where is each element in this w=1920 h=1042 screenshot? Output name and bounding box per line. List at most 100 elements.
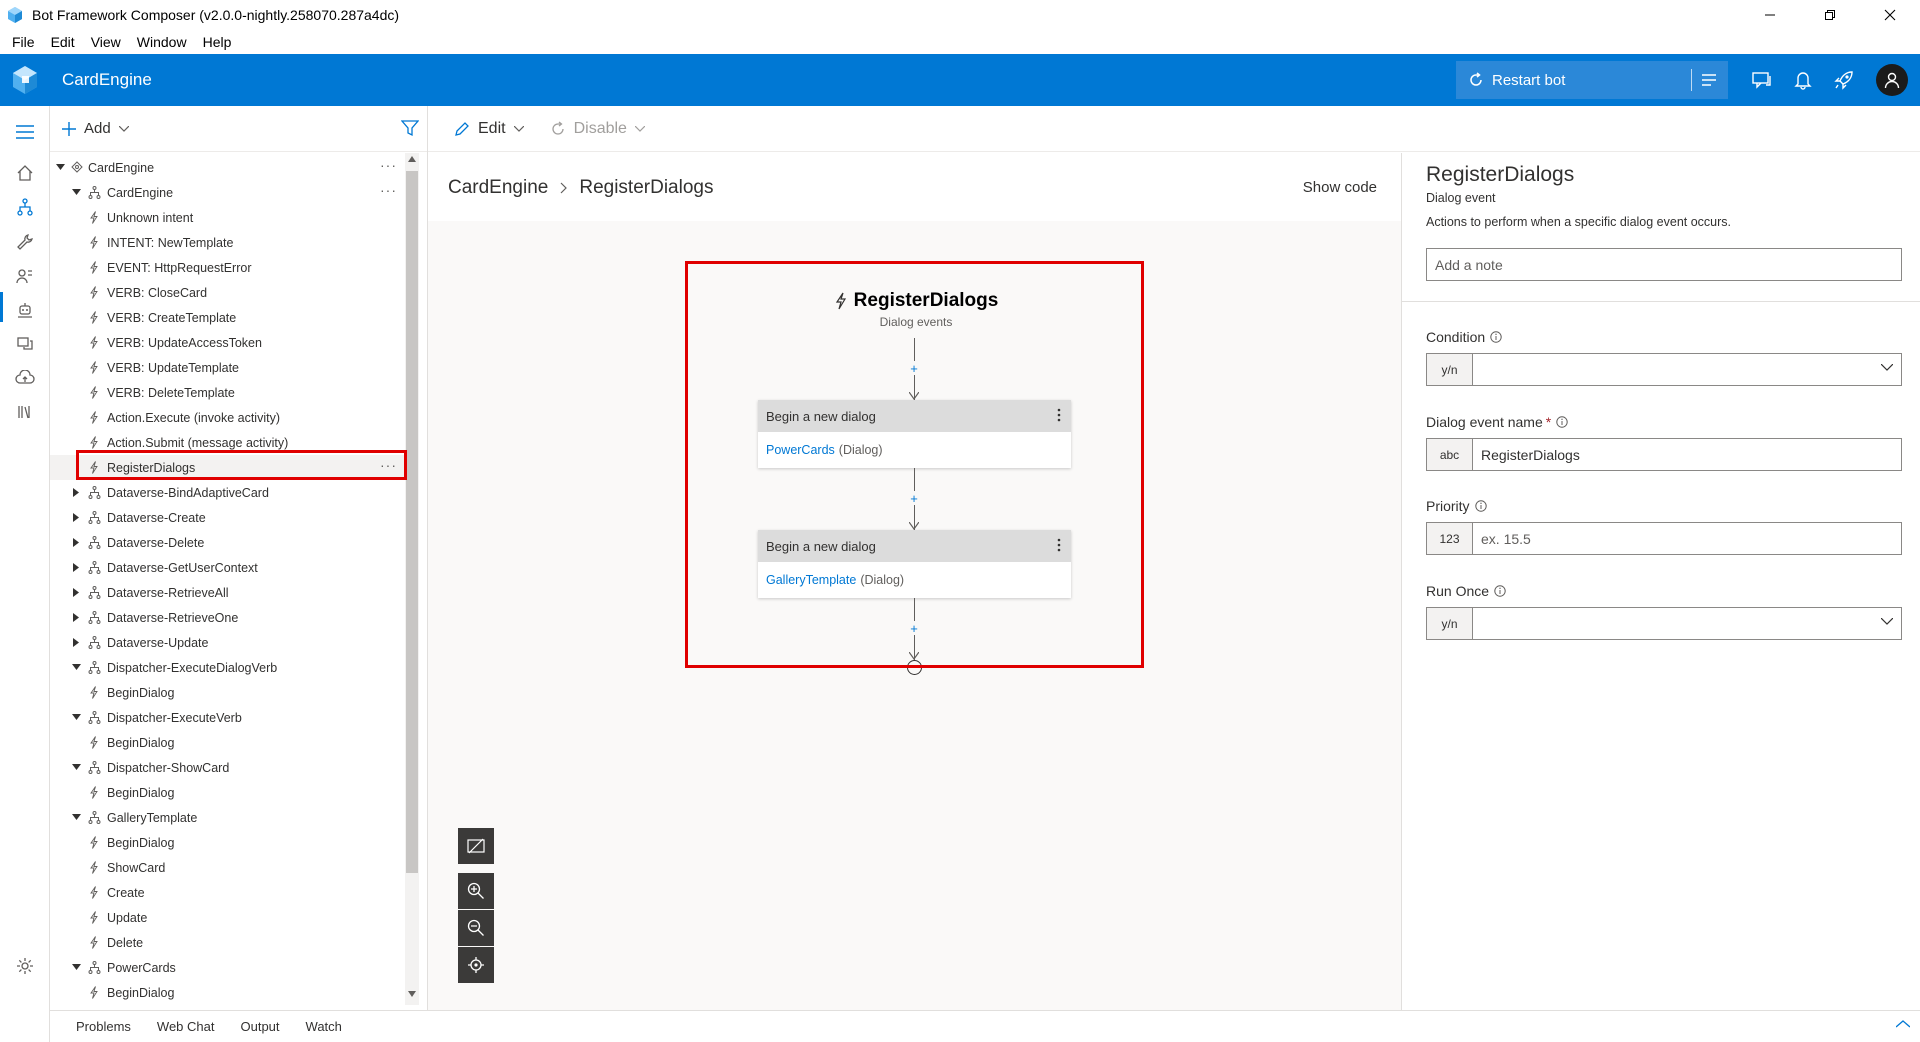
tree-item-trigger[interactable]: Update — [50, 905, 405, 930]
caret-right-icon[interactable] — [70, 611, 82, 623]
tree-item-trigger[interactable]: Delete — [50, 930, 405, 955]
tree-item-dialog[interactable]: PowerCards — [50, 955, 405, 980]
menu-view[interactable]: View — [83, 34, 129, 50]
tab-problems[interactable]: Problems — [76, 1019, 131, 1034]
tree-item-dialog[interactable]: Dataverse-RetrieveOne — [50, 605, 405, 630]
reset-view-button[interactable] — [458, 947, 494, 983]
tree-item-dialog[interactable]: Dataverse-Update — [50, 630, 405, 655]
bot-skills-icon[interactable] — [13, 298, 37, 322]
more-options-icon[interactable]: ··· — [380, 157, 397, 173]
close-button[interactable] — [1860, 0, 1920, 30]
tree-item-trigger[interactable]: VERB: DeleteTemplate — [50, 380, 405, 405]
tree-item-dialog[interactable]: Dispatcher-ExecuteVerb — [50, 705, 405, 730]
tree-item-trigger[interactable]: VERB: UpdateAccessToken — [50, 330, 405, 355]
tree-item-trigger[interactable]: ShowCard — [50, 855, 405, 880]
caret-down-icon[interactable] — [70, 661, 82, 673]
info-icon[interactable] — [1474, 500, 1487, 512]
zoom-out-button[interactable] — [458, 910, 494, 946]
condition-type-badge[interactable]: y/n — [1427, 354, 1473, 385]
run-once-field[interactable]: y/n — [1426, 607, 1902, 640]
tree-item-dialog[interactable]: Dataverse-BindAdaptiveCard — [50, 480, 405, 505]
tree-item-trigger[interactable]: VERB: CreateTemplate — [50, 305, 405, 330]
tab-watch[interactable]: Watch — [306, 1019, 342, 1034]
chevron-down-icon[interactable] — [1881, 618, 1893, 625]
tab-web-chat[interactable]: Web Chat — [157, 1019, 215, 1034]
caret-down-icon[interactable] — [70, 811, 82, 823]
info-icon[interactable] — [1556, 416, 1568, 428]
tree-item-dialog[interactable]: Dataverse-Delete — [50, 530, 405, 555]
tree-item-dialog[interactable]: GalleryTemplate — [50, 805, 405, 830]
zoom-in-button[interactable] — [458, 873, 494, 909]
caret-down-icon[interactable] — [54, 161, 66, 173]
caret-down-icon[interactable] — [70, 186, 82, 198]
caret-right-icon[interactable] — [70, 486, 82, 498]
publish-cloud-icon[interactable] — [13, 366, 37, 390]
disable-button[interactable]: Disable — [550, 120, 645, 138]
priority-field[interactable]: 123 ex. 15.5 — [1426, 522, 1902, 555]
tree-item-trigger[interactable]: BeginDialog — [50, 730, 405, 755]
tab-output[interactable]: Output — [241, 1019, 280, 1034]
tree-scrollbar[interactable] — [405, 153, 419, 1005]
add-note-input[interactable]: Add a note — [1426, 248, 1902, 281]
home-icon[interactable] — [13, 161, 37, 185]
info-icon[interactable] — [1490, 331, 1502, 343]
run-once-type-badge[interactable]: y/n — [1427, 608, 1473, 639]
dialog-event-name-value[interactable]: RegisterDialogs — [1473, 447, 1580, 463]
menu-file[interactable]: File — [4, 34, 43, 50]
knowledge-base-icon[interactable] — [13, 332, 37, 356]
minimap-toggle-button[interactable] — [458, 828, 494, 864]
breadcrumb-item-bot[interactable]: CardEngine — [448, 177, 548, 199]
tree-item-dialog[interactable]: Dispatcher-ExecuteDialogVerb — [50, 655, 405, 680]
tree-item-trigger[interactable]: Action.Execute (invoke activity) — [50, 405, 405, 430]
tree-item-trigger[interactable]: BeginDialog — [50, 680, 405, 705]
menu-help[interactable]: Help — [195, 34, 240, 50]
tree-item-dialog[interactable]: Dataverse-RetrieveAll — [50, 580, 405, 605]
breadcrumb-item-trigger[interactable]: RegisterDialogs — [579, 177, 713, 199]
caret-right-icon[interactable] — [70, 586, 82, 598]
design-dialogs-icon[interactable] — [13, 195, 37, 219]
scroll-down-arrow-icon[interactable] — [408, 991, 416, 997]
tree-item-bot[interactable]: CardEngine ··· — [50, 155, 405, 180]
user-avatar[interactable] — [1876, 64, 1908, 96]
hamburger-menu-icon[interactable] — [13, 120, 37, 144]
add-button[interactable]: Add — [62, 120, 129, 137]
tree-item-trigger[interactable]: BeginDialog — [50, 980, 405, 1005]
priority-placeholder[interactable]: ex. 15.5 — [1473, 531, 1531, 547]
tree-item-dialog[interactable]: Dataverse-Create — [50, 505, 405, 530]
web-chat-icon[interactable] — [1750, 68, 1774, 92]
caret-right-icon[interactable] — [70, 536, 82, 548]
dialog-event-name-field[interactable]: abc RegisterDialogs — [1426, 438, 1902, 471]
info-icon[interactable] — [1494, 585, 1506, 597]
tree-item-trigger[interactable]: VERB: UpdateTemplate — [50, 355, 405, 380]
restart-bot-button[interactable]: Restart bot — [1456, 61, 1728, 99]
minimize-button[interactable] — [1740, 0, 1800, 30]
caret-right-icon[interactable] — [70, 561, 82, 573]
tree-item-trigger[interactable]: BeginDialog — [50, 830, 405, 855]
tree-item-trigger[interactable]: Create — [50, 880, 405, 905]
tree-item-dialog[interactable]: Dispatcher-ShowCard — [50, 755, 405, 780]
tree-scrollbar-thumb[interactable] — [406, 171, 418, 873]
menu-edit[interactable]: Edit — [43, 34, 83, 50]
tree-item-trigger[interactable]: EVENT: HttpRequestError — [50, 255, 405, 280]
user-input-icon[interactable] — [13, 264, 37, 288]
edit-button[interactable]: Edit — [454, 120, 524, 138]
show-code-button[interactable]: Show code — [1303, 179, 1377, 196]
chevron-down-icon[interactable] — [1881, 364, 1893, 371]
bot-responses-wrench-icon[interactable] — [13, 230, 37, 254]
tree-item-dialog[interactable]: Dataverse-GetUserContext — [50, 555, 405, 580]
publish-rocket-icon[interactable] — [1832, 68, 1856, 92]
dialog-event-name-type-badge[interactable]: abc — [1427, 439, 1473, 470]
caret-down-icon[interactable] — [70, 761, 82, 773]
notifications-bell-icon[interactable] — [1791, 68, 1815, 92]
caret-down-icon[interactable] — [70, 961, 82, 973]
restore-button[interactable] — [1800, 0, 1860, 30]
caret-down-icon[interactable] — [70, 711, 82, 723]
chevron-up-icon[interactable] — [1896, 1020, 1910, 1028]
menu-window[interactable]: Window — [129, 34, 195, 50]
scroll-up-arrow-icon[interactable] — [408, 156, 416, 162]
runtime-log-icon[interactable] — [1700, 71, 1718, 89]
priority-type-badge[interactable]: 123 — [1427, 523, 1473, 554]
filter-icon[interactable] — [401, 119, 419, 137]
tree-item-trigger[interactable]: BeginDialog — [50, 780, 405, 805]
tree-item-trigger[interactable]: INTENT: NewTemplate — [50, 230, 405, 255]
